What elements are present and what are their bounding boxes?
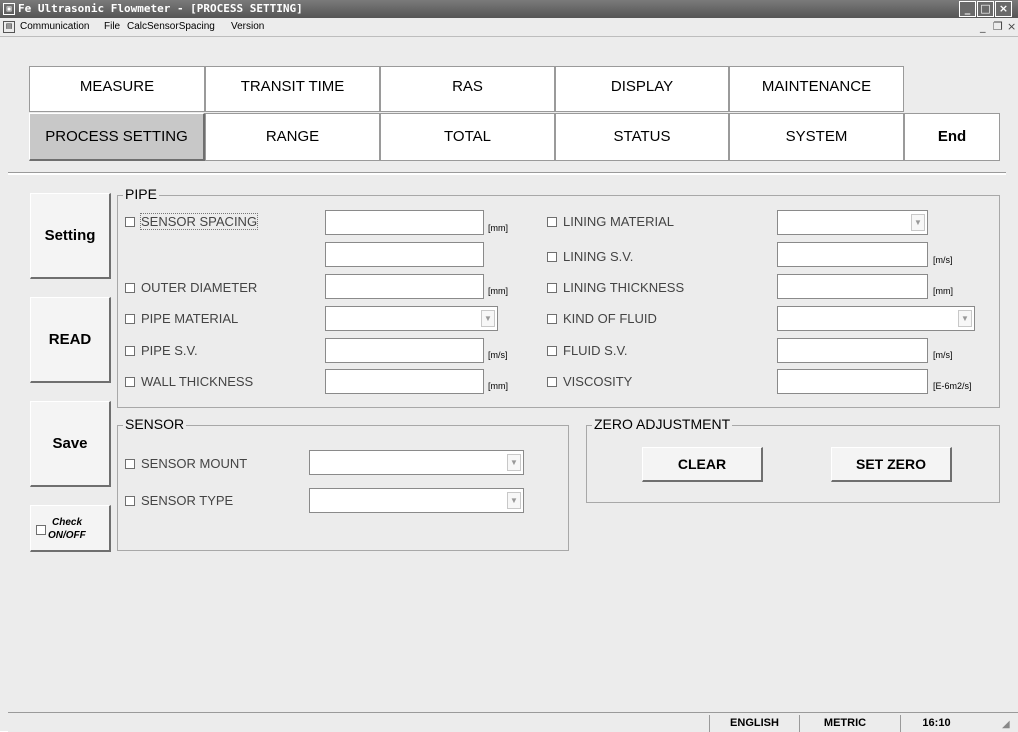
tab-maintenance[interactable]: MAINTENANCE	[729, 66, 904, 112]
tab-process-setting[interactable]: PROCESS SETTING	[29, 113, 205, 161]
sensor-mount-checkbox[interactable]	[125, 458, 135, 469]
viscosity-input[interactable]	[777, 369, 928, 394]
pipe-group-title: PIPE	[123, 186, 159, 202]
wall-thickness-unit: [mm]	[488, 381, 508, 391]
tab-transit-time[interactable]: TRANSIT TIME	[205, 66, 380, 112]
tab-separator	[8, 172, 1006, 175]
check-label: Check	[52, 517, 83, 528]
sensor-spacing-label[interactable]: SENSOR SPACING	[125, 213, 259, 230]
tab-total[interactable]: TOTAL	[380, 113, 555, 161]
menu-calc-sensor-spacing[interactable]: CalcSensorSpacing	[127, 21, 215, 32]
fluid-sv-input[interactable]	[777, 338, 928, 363]
sensor-type-select[interactable]: ▼	[309, 488, 524, 513]
outer-diameter-label[interactable]: OUTER DIAMETER	[125, 280, 257, 295]
sensor-spacing-result-input[interactable]	[325, 242, 484, 267]
lining-material-label[interactable]: LINING MATERIAL	[547, 214, 674, 229]
sensor-spacing-checkbox[interactable]	[125, 216, 135, 227]
pipe-sv-input[interactable]	[325, 338, 484, 363]
lining-material-select[interactable]: ▼	[777, 210, 928, 235]
title-bar: ▣ Fe Ultrasonic Flowmeter - [PROCESS SET…	[0, 0, 1018, 18]
kind-of-fluid-checkbox[interactable]	[547, 313, 557, 324]
tab-measure[interactable]: MEASURE	[29, 66, 205, 112]
menu-version[interactable]: Version	[231, 21, 264, 32]
pipe-material-checkbox[interactable]	[125, 313, 135, 324]
tab-status[interactable]: STATUS	[555, 113, 729, 161]
chevron-down-icon[interactable]: ▼	[507, 454, 521, 471]
lining-material-checkbox[interactable]	[547, 216, 557, 227]
sensor-spacing-input[interactable]	[325, 210, 484, 235]
menu-file[interactable]: File	[104, 21, 120, 32]
clock-status: 16:10	[900, 715, 972, 732]
outer-diameter-unit: [mm]	[488, 286, 508, 296]
tab-system[interactable]: SYSTEM	[729, 113, 904, 161]
kind-of-fluid-select[interactable]: ▼	[777, 306, 975, 331]
outer-diameter-checkbox[interactable]	[125, 282, 135, 293]
pipe-sv-checkbox[interactable]	[125, 345, 135, 356]
menu-bar: ▤ Communication File CalcSensorSpacing V…	[0, 18, 1018, 37]
check-onoff-checkbox[interactable]	[36, 525, 46, 535]
fluid-sv-unit: [m/s]	[933, 350, 953, 360]
fluid-sv-label[interactable]: FLUID S.V.	[547, 343, 628, 358]
chevron-down-icon[interactable]: ▼	[481, 310, 495, 327]
sensor-mount-label[interactable]: SENSOR MOUNT	[125, 456, 247, 471]
tab-range[interactable]: RANGE	[205, 113, 380, 161]
minimize-button[interactable]: _	[959, 1, 976, 17]
sensor-spacing-unit: [mm]	[488, 223, 508, 233]
check-onoff-toggle[interactable]: Check ON/OFF	[30, 505, 111, 552]
pipe-sv-unit: [m/s]	[488, 350, 508, 360]
pipe-material-select[interactable]: ▼	[325, 306, 498, 331]
clear-button[interactable]: CLEAR	[642, 447, 763, 482]
setting-button[interactable]: Setting	[30, 193, 111, 279]
tab-ras[interactable]: RAS	[380, 66, 555, 112]
wall-thickness-input[interactable]	[325, 369, 484, 394]
app-icon: ▣	[3, 3, 15, 15]
save-button[interactable]: Save	[30, 401, 111, 487]
window-title: Fe Ultrasonic Flowmeter - [PROCESS SETTI…	[18, 2, 303, 15]
pipe-sv-label[interactable]: PIPE S.V.	[125, 343, 198, 358]
zero-adjustment-title: ZERO ADJUSTMENT	[592, 416, 733, 432]
chevron-down-icon[interactable]: ▼	[507, 492, 521, 509]
lining-sv-checkbox[interactable]	[547, 251, 557, 262]
onoff-label: ON/OFF	[48, 530, 86, 541]
mdi-child-icon: ▤	[3, 21, 15, 33]
mdi-minimize-button[interactable]: _	[980, 20, 986, 33]
pipe-material-label[interactable]: PIPE MATERIAL	[125, 311, 238, 326]
lining-sv-label[interactable]: LINING S.V.	[547, 249, 633, 264]
lining-sv-input[interactable]	[777, 242, 928, 267]
viscosity-checkbox[interactable]	[547, 376, 557, 387]
mdi-close-button[interactable]: ×	[1007, 20, 1016, 33]
sensor-mount-select[interactable]: ▼	[309, 450, 524, 475]
sensor-type-checkbox[interactable]	[125, 495, 135, 506]
sensor-group-title: SENSOR	[123, 416, 187, 432]
close-button[interactable]: ×	[995, 1, 1012, 17]
language-status: ENGLISH	[709, 715, 799, 732]
status-bar: ENGLISH METRIC 16:10 ◢	[8, 712, 1018, 732]
fluid-sv-checkbox[interactable]	[547, 345, 557, 356]
read-button[interactable]: READ	[30, 297, 111, 383]
lining-thickness-unit: [mm]	[933, 286, 953, 296]
sensor-type-label[interactable]: SENSOR TYPE	[125, 493, 233, 508]
chevron-down-icon[interactable]: ▼	[911, 214, 925, 231]
viscosity-label[interactable]: VISCOSITY	[547, 374, 632, 389]
wall-thickness-label[interactable]: WALL THICKNESS	[125, 374, 253, 389]
wall-thickness-checkbox[interactable]	[125, 376, 135, 387]
units-status: METRIC	[799, 715, 890, 732]
lining-thickness-label[interactable]: LINING THICKNESS	[547, 280, 684, 295]
lining-thickness-input[interactable]	[777, 274, 928, 299]
set-zero-button[interactable]: SET ZERO	[831, 447, 952, 482]
tab-display[interactable]: DISPLAY	[555, 66, 729, 112]
outer-diameter-input[interactable]	[325, 274, 484, 299]
tab-end[interactable]: End	[904, 113, 1000, 161]
resize-grip-icon[interactable]: ◢	[1002, 719, 1014, 731]
viscosity-unit: [E-6m2/s]	[933, 381, 972, 391]
mdi-restore-button[interactable]: ❐	[993, 20, 1003, 33]
chevron-down-icon[interactable]: ▼	[958, 310, 972, 327]
lining-thickness-checkbox[interactable]	[547, 282, 557, 293]
kind-of-fluid-label[interactable]: KIND OF FLUID	[547, 311, 657, 326]
maximize-button[interactable]: □	[977, 1, 994, 17]
lining-sv-unit: [m/s]	[933, 255, 953, 265]
menu-communication[interactable]: Communication	[20, 21, 89, 32]
app-window: ▣ Fe Ultrasonic Flowmeter - [PROCESS SET…	[0, 0, 1018, 732]
